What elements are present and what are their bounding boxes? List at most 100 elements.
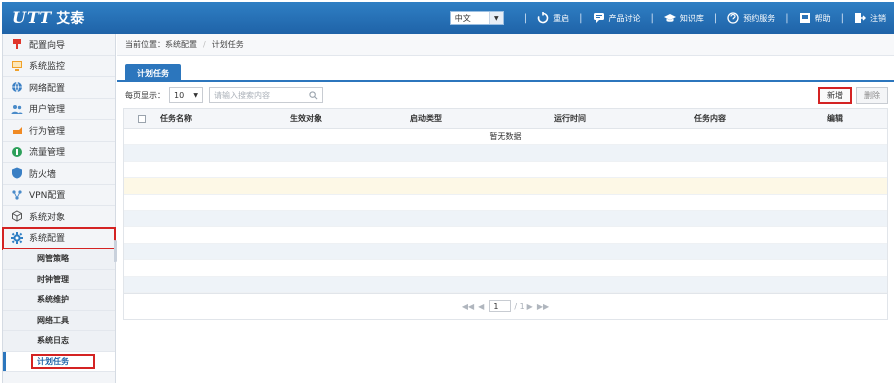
reserve-service-label: 预约服务 bbox=[743, 13, 776, 23]
sidebar-item-system-monitor[interactable]: 系统监控 bbox=[3, 56, 115, 77]
traffic-icon bbox=[12, 146, 22, 157]
subitem-nms-policy[interactable]: 网管策略 bbox=[3, 249, 115, 270]
subitem-network-tools[interactable]: 网络工具 bbox=[3, 310, 115, 331]
toolbar: 每页显示： 10 ▼ 新增 删除 bbox=[117, 82, 894, 108]
subitem-label: 网络工具 bbox=[37, 315, 69, 325]
reserve-service-link[interactable]: 预约服务 bbox=[727, 12, 775, 24]
network-icon bbox=[12, 82, 22, 93]
sidebar: 配置向导 系统监控 网络配置 用户管理 行为管理 流量管理 防火墙 VPN配置 … bbox=[2, 34, 116, 383]
subitem-system-log[interactable]: 系统日志 bbox=[3, 331, 115, 352]
main-content: 当前位置： 系统配置 / 计划任务 计划任务 每页显示： 10 ▼ 新增 删除 … bbox=[117, 34, 894, 383]
sidebar-item-config-wizard[interactable]: 配置向导 bbox=[3, 34, 115, 56]
sidebar-item-network-config[interactable]: 网络配置 bbox=[3, 77, 115, 99]
users-icon bbox=[11, 104, 23, 114]
logo-mark: UTT bbox=[12, 8, 53, 27]
subitem-clock-management[interactable]: 时钟管理 bbox=[3, 269, 115, 290]
sidebar-item-label: 系统配置 bbox=[29, 234, 66, 245]
subitem-system-maintenance[interactable]: 系统维护 bbox=[3, 290, 115, 311]
column-header[interactable]: 运行时间 bbox=[554, 113, 694, 124]
pagination: ◀◀ ◀ 1 / 1 ▶ ▶▶ bbox=[124, 292, 887, 319]
column-header[interactable]: 任务名称 bbox=[160, 113, 290, 124]
table-row bbox=[124, 210, 887, 228]
breadcrumb-prefix: 当前位置： bbox=[125, 40, 165, 49]
sidebar-item-vpn-config[interactable]: VPN配置 bbox=[3, 185, 115, 206]
table-row bbox=[124, 227, 887, 244]
prev-page-icon[interactable]: ◀ bbox=[478, 302, 484, 311]
breadcrumb-current: 计划任务 bbox=[211, 40, 244, 49]
breadcrumb-separator: / bbox=[203, 40, 206, 49]
last-page-icon[interactable]: ▶▶ bbox=[537, 302, 549, 311]
sidebar-item-system-config[interactable]: 系统配置 bbox=[2, 226, 116, 250]
sidebar-item-firewall[interactable]: 防火墙 bbox=[3, 163, 115, 185]
breadcrumb-parent[interactable]: 系统配置 bbox=[165, 39, 197, 50]
sidebar-item-traffic-management[interactable]: 流量管理 bbox=[3, 142, 115, 163]
sidebar-item-label: 配置向导 bbox=[29, 40, 66, 51]
action-buttons: 新增 删除 bbox=[814, 86, 888, 104]
empty-row: 暂无数据 bbox=[124, 129, 887, 146]
table-row bbox=[124, 178, 887, 195]
logout-icon bbox=[855, 13, 866, 23]
chat-icon bbox=[593, 13, 604, 23]
table-row bbox=[124, 260, 887, 277]
table-row bbox=[124, 195, 887, 211]
search-input[interactable] bbox=[214, 90, 304, 100]
logout-button[interactable]: 注销 bbox=[854, 12, 886, 24]
vpn-icon bbox=[12, 190, 22, 200]
delete-button[interactable]: 删除 bbox=[856, 86, 888, 104]
sidebar-item-behavior-management[interactable]: 行为管理 bbox=[3, 120, 115, 142]
restart-icon bbox=[537, 12, 549, 24]
system-config-submenu: 网管策略 时钟管理 系统维护 网络工具 系统日志 计划任务 bbox=[3, 249, 115, 372]
page-input[interactable]: 1 bbox=[489, 300, 512, 313]
table-header: 任务名称 生效对象 启动类型 运行时间 任务内容 编辑 bbox=[124, 109, 887, 129]
empty-message: 暂无数据 bbox=[489, 132, 522, 142]
add-button[interactable]: 新增 bbox=[818, 86, 852, 104]
sidebar-item-user-management[interactable]: 用户管理 bbox=[3, 99, 115, 120]
logout-label: 注销 bbox=[870, 13, 886, 23]
sidebar-item-label: 系统监控 bbox=[29, 62, 66, 73]
firewall-icon bbox=[12, 167, 22, 179]
language-select[interactable]: 中文 ▼ bbox=[449, 11, 504, 25]
sidebar-item-label: 行为管理 bbox=[29, 126, 66, 137]
subitem-label: 系统日志 bbox=[37, 336, 69, 346]
per-page-label: 每页显示： bbox=[125, 90, 165, 100]
help-icon bbox=[799, 13, 810, 23]
restart-label: 重启 bbox=[553, 13, 570, 23]
search-icon[interactable] bbox=[309, 90, 318, 100]
subitem-label: 系统维护 bbox=[37, 295, 69, 305]
sidebar-item-system-objects[interactable]: 系统对象 bbox=[3, 206, 115, 228]
select-all-checkbox[interactable] bbox=[138, 114, 146, 123]
column-header: 编辑 bbox=[827, 114, 843, 123]
per-page-value: 10 bbox=[174, 90, 185, 100]
table-row bbox=[124, 243, 887, 261]
knowledge-base-link[interactable]: 知识库 bbox=[663, 12, 704, 24]
tab-bar: 计划任务 bbox=[117, 60, 894, 82]
help-link[interactable]: 帮助 bbox=[799, 12, 831, 24]
help-label: 帮助 bbox=[814, 13, 831, 23]
per-page-select[interactable]: 10 ▼ bbox=[169, 87, 203, 103]
subitem-scheduled-tasks[interactable]: 计划任务 bbox=[3, 351, 115, 372]
behavior-icon bbox=[13, 127, 22, 135]
object-icon bbox=[12, 210, 22, 222]
table-row bbox=[124, 162, 887, 179]
top-bar: UTT 艾泰 中文 ▼ | 重启 | 产品讨论 | 知识库 | 预约服务 | 帮… bbox=[2, 2, 894, 34]
gear-icon bbox=[11, 231, 23, 244]
logo-text: 艾泰 bbox=[56, 11, 85, 27]
tab-scheduled-tasks[interactable]: 计划任务 bbox=[125, 64, 181, 82]
search-box bbox=[209, 87, 323, 103]
column-header[interactable]: 启动类型 bbox=[410, 113, 554, 124]
next-page-icon[interactable]: ▶ bbox=[527, 302, 533, 311]
product-discussion-link[interactable]: 产品讨论 bbox=[593, 12, 641, 24]
column-header[interactable]: 任务内容 bbox=[694, 113, 827, 124]
logo: UTT 艾泰 bbox=[12, 8, 84, 28]
subitem-label: 网管策略 bbox=[37, 254, 69, 264]
first-page-icon[interactable]: ◀◀ bbox=[462, 302, 474, 311]
restart-button[interactable]: 重启 bbox=[537, 12, 569, 24]
knowledge-icon bbox=[663, 14, 676, 22]
sidebar-item-label: VPN配置 bbox=[29, 191, 66, 202]
breadcrumb: 当前位置： 系统配置 / 计划任务 bbox=[117, 34, 894, 56]
wizard-icon bbox=[13, 39, 21, 50]
caret-down-icon: ▼ bbox=[488, 12, 503, 24]
language-value: 中文 bbox=[454, 13, 471, 23]
column-header[interactable]: 生效对象 bbox=[290, 113, 410, 124]
page-total: / 1 bbox=[514, 301, 525, 311]
